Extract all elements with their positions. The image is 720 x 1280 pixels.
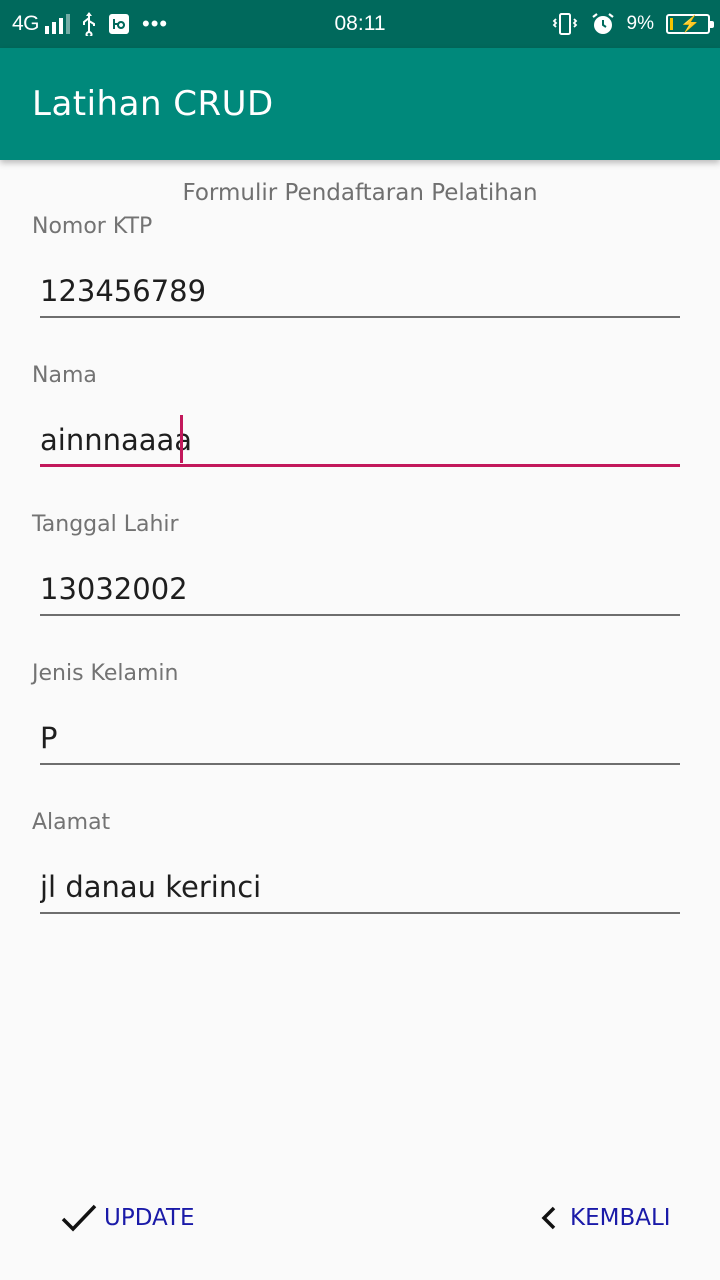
alamat-input[interactable] xyxy=(40,862,680,914)
jenis-kelamin-input[interactable] xyxy=(40,713,680,765)
usb-icon xyxy=(80,12,98,36)
label-nama: Nama xyxy=(32,363,97,388)
vibrate-icon xyxy=(551,12,579,36)
field-alamat: Alamat xyxy=(32,810,680,920)
field-nomor-ktp: Nomor KTP xyxy=(32,214,680,324)
battery-fill xyxy=(670,18,673,30)
status-bar: 4G ••• 08:11 9% ⚡ xyxy=(0,0,720,48)
form-heading: Formulir Pendaftaran Pelatihan xyxy=(182,180,538,206)
more-dots-icon: ••• xyxy=(142,11,169,36)
back-label: KEMBALI xyxy=(570,1205,671,1231)
chevron-left-icon xyxy=(541,1206,556,1230)
field-nama: Nama xyxy=(32,363,680,473)
tanggal-lahir-input[interactable] xyxy=(40,564,680,616)
nomor-ktp-input[interactable] xyxy=(40,266,680,318)
status-right: 9% ⚡ xyxy=(551,0,714,48)
signal-icon xyxy=(45,14,71,34)
app-bar: Latihan CRUD xyxy=(0,48,720,160)
label-tanggal-lahir: Tanggal Lahir xyxy=(32,512,179,537)
status-left: 4G ••• xyxy=(12,0,168,48)
field-jenis-kelamin: Jenis Kelamin xyxy=(32,661,680,771)
label-alamat: Alamat xyxy=(32,810,111,835)
field-tanggal-lahir: Tanggal Lahir xyxy=(32,512,680,622)
network-type: 4G xyxy=(12,12,40,35)
app-title: Latihan CRUD xyxy=(32,84,274,124)
notification-icon xyxy=(108,13,130,35)
update-label: UPDATE xyxy=(104,1205,195,1231)
nama-input[interactable] xyxy=(40,415,680,467)
label-nomor-ktp: Nomor KTP xyxy=(32,214,153,239)
battery-percent: 9% xyxy=(626,13,654,34)
battery-charging-icon: ⚡ xyxy=(666,14,714,34)
back-button[interactable]: KEMBALI xyxy=(536,1190,671,1246)
text-cursor xyxy=(180,415,183,463)
label-jenis-kelamin: Jenis Kelamin xyxy=(32,661,179,686)
alarm-icon xyxy=(591,12,615,36)
update-button[interactable]: UPDATE xyxy=(60,1190,195,1246)
check-icon xyxy=(61,1204,97,1232)
